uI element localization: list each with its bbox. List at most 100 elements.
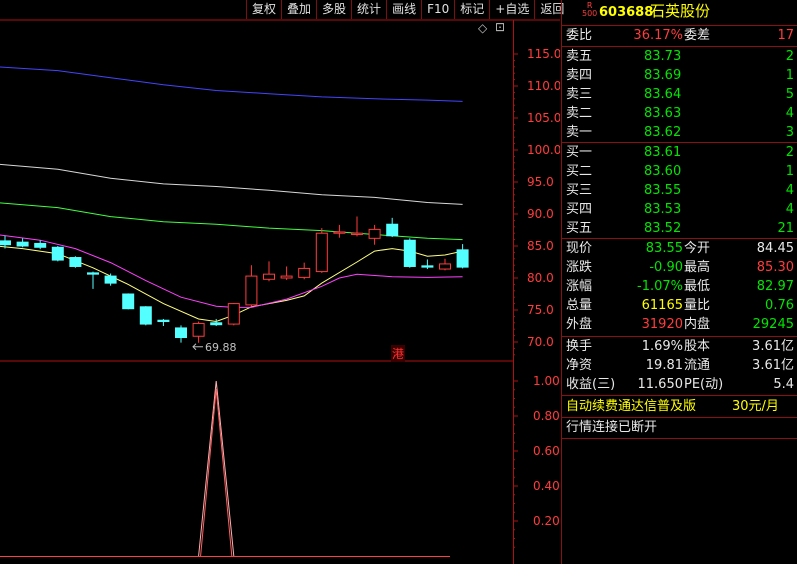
buy-row[interactable]: 买四 83.53 4: [562, 201, 797, 219]
candle-body[interactable]: [87, 272, 99, 275]
candle-body[interactable]: [263, 273, 275, 280]
candle-body[interactable]: [245, 275, 258, 306]
stat-value: 29245: [752, 317, 794, 332]
sell-volume: 4: [785, 106, 794, 121]
finance-value: 11.650: [637, 377, 684, 392]
weibi-value: 36.17%: [633, 28, 683, 43]
candle-body[interactable]: [104, 275, 117, 284]
r500-badge: R 500: [582, 1, 598, 18]
buy-row[interactable]: 买三 83.55 4: [562, 182, 797, 200]
buy-row[interactable]: 买一 83.61 2: [562, 144, 797, 162]
candle-body[interactable]: [351, 232, 363, 235]
low-price-annotation: 69.88: [205, 341, 237, 354]
finance-label: 收益(三): [566, 377, 616, 392]
stat-row: 涨幅 -1.07% 最低 82.97: [562, 278, 797, 296]
y-tick-label: 75.0: [527, 303, 554, 317]
candle-body[interactable]: [51, 246, 64, 261]
ind-y-tick-label: 0.20: [533, 514, 560, 528]
toolbar-overlay-button[interactable]: 叠加: [281, 0, 316, 19]
candle-body[interactable]: [280, 275, 293, 279]
candle-body[interactable]: [192, 322, 205, 337]
candle-body[interactable]: [439, 263, 451, 270]
candle-body[interactable]: [16, 241, 29, 247]
y-tick-label: 105.0: [527, 111, 560, 125]
finance-label: 股本: [684, 339, 711, 354]
sell-row[interactable]: 卖四 83.69 1: [562, 67, 797, 85]
buy-row[interactable]: 买二 83.60 1: [562, 163, 797, 181]
kline-chart-area[interactable]: 115.0 110.0 105.0 100.0 95.0 90.0 85.0 80.0 75.0…: [0, 0, 564, 564]
ma-line-ma30: [0, 163, 463, 205]
y-tick-label: 95.0: [527, 175, 554, 189]
stat-label: 涨跌: [566, 260, 593, 275]
sell-level-label: 卖五: [566, 49, 593, 64]
ad-price[interactable]: 30元/月: [732, 398, 779, 416]
buy-level-label: 买五: [566, 221, 593, 236]
sell-row[interactable]: 卖三 83.64 5: [562, 86, 797, 104]
candle-body[interactable]: [0, 240, 11, 246]
toolbar-f10-button[interactable]: F10: [421, 0, 454, 19]
expand-icon[interactable]: ⊡: [495, 20, 505, 34]
candle-body[interactable]: [34, 242, 47, 248]
ind-y-tick-label: 0.80: [533, 409, 560, 423]
candle-body[interactable]: [210, 322, 223, 326]
sell-volume: 3: [785, 125, 794, 140]
candle-body[interactable]: [139, 306, 152, 325]
toolbar-mark-button[interactable]: 标记: [454, 0, 489, 19]
stat-label: 量比: [684, 298, 711, 313]
stat-row: 外盘 31920 内盘 29245: [562, 316, 797, 334]
candle-body[interactable]: [315, 232, 328, 273]
sell-volume: 1: [785, 68, 794, 83]
candle-body[interactable]: [157, 319, 170, 323]
buy-level-label: 买二: [566, 164, 593, 179]
sell-row[interactable]: 卖五 83.73 2: [562, 48, 797, 66]
ad-text[interactable]: 自动续费通达信普及版: [566, 398, 696, 416]
finance-row: 收益(三) 11.650 PE(动) 5.4: [562, 376, 797, 394]
toolbar-fuquan-button[interactable]: 复权: [246, 0, 281, 19]
connection-status: 行情连接已断开: [562, 419, 797, 437]
buy-volume: 4: [785, 202, 794, 217]
buy-price: 83.52: [644, 221, 682, 236]
buy-level-label: 买一: [566, 145, 593, 160]
candle-body[interactable]: [386, 223, 399, 237]
diamond-icon[interactable]: ◇: [478, 21, 487, 35]
toolbar-draw-line-button[interactable]: 画线: [386, 0, 421, 19]
sell-row[interactable]: 卖一 83.62 3: [562, 124, 797, 142]
stat-row: 现价 83.55 今开 84.45: [562, 240, 797, 258]
sell-price: 83.63: [644, 106, 682, 121]
ad-banner[interactable]: 自动续费通达信普及版 30元/月: [562, 398, 797, 416]
stat-label: 最低: [684, 279, 711, 294]
candle-body[interactable]: [456, 249, 469, 268]
finance-value: 19.81: [645, 358, 683, 373]
weicha-label: 委差: [684, 28, 711, 43]
candle-body[interactable]: [421, 265, 434, 268]
finance-label: 净资: [566, 358, 593, 373]
stat-label: 内盘: [684, 317, 711, 332]
toolbar-add-watchlist-button[interactable]: +自选: [489, 0, 534, 19]
y-tick-label: 110.0: [527, 79, 560, 93]
toolbar-statistics-button[interactable]: 统计: [351, 0, 386, 19]
candle-body[interactable]: [122, 293, 135, 310]
stat-row: 涨跌 -0.90 最高 85.30: [562, 259, 797, 277]
stock-header: R 500 603688 石英股份: [562, 2, 797, 24]
candle-body[interactable]: [69, 257, 82, 267]
buy-row[interactable]: 买五 83.52 21: [562, 220, 797, 238]
weicha-value: 17: [777, 28, 794, 43]
y-tick-label: 100.0: [527, 143, 560, 157]
sell-row[interactable]: 卖二 83.63 4: [562, 105, 797, 123]
kline-chart[interactable]: 115.0 110.0 105.0 100.0 95.0 90.0 85.0 80.0 75.0…: [0, 0, 560, 564]
stat-label: 涨幅: [566, 279, 593, 294]
buy-price: 83.55: [644, 183, 682, 198]
candle-body[interactable]: [298, 267, 311, 278]
toolbar-multi-stock-button[interactable]: 多股: [316, 0, 351, 19]
candle-body[interactable]: [175, 327, 187, 339]
y-tick-label: 90.0: [527, 207, 554, 221]
buy-level-label: 买三: [566, 183, 593, 198]
chart-toolbar: 复权 叠加 多股 统计 画线 F10 标记 +自选 返回: [246, 0, 569, 20]
candle-body[interactable]: [403, 239, 416, 267]
ind-y-tick-label: 0.40: [533, 479, 560, 493]
candle-body[interactable]: [368, 228, 381, 239]
ma-line-ma60: [0, 66, 463, 102]
weibi-row: 委比 36.17% 委差 17: [562, 27, 797, 45]
candle-body[interactable]: [227, 303, 240, 325]
candle-body[interactable]: [333, 231, 346, 234]
